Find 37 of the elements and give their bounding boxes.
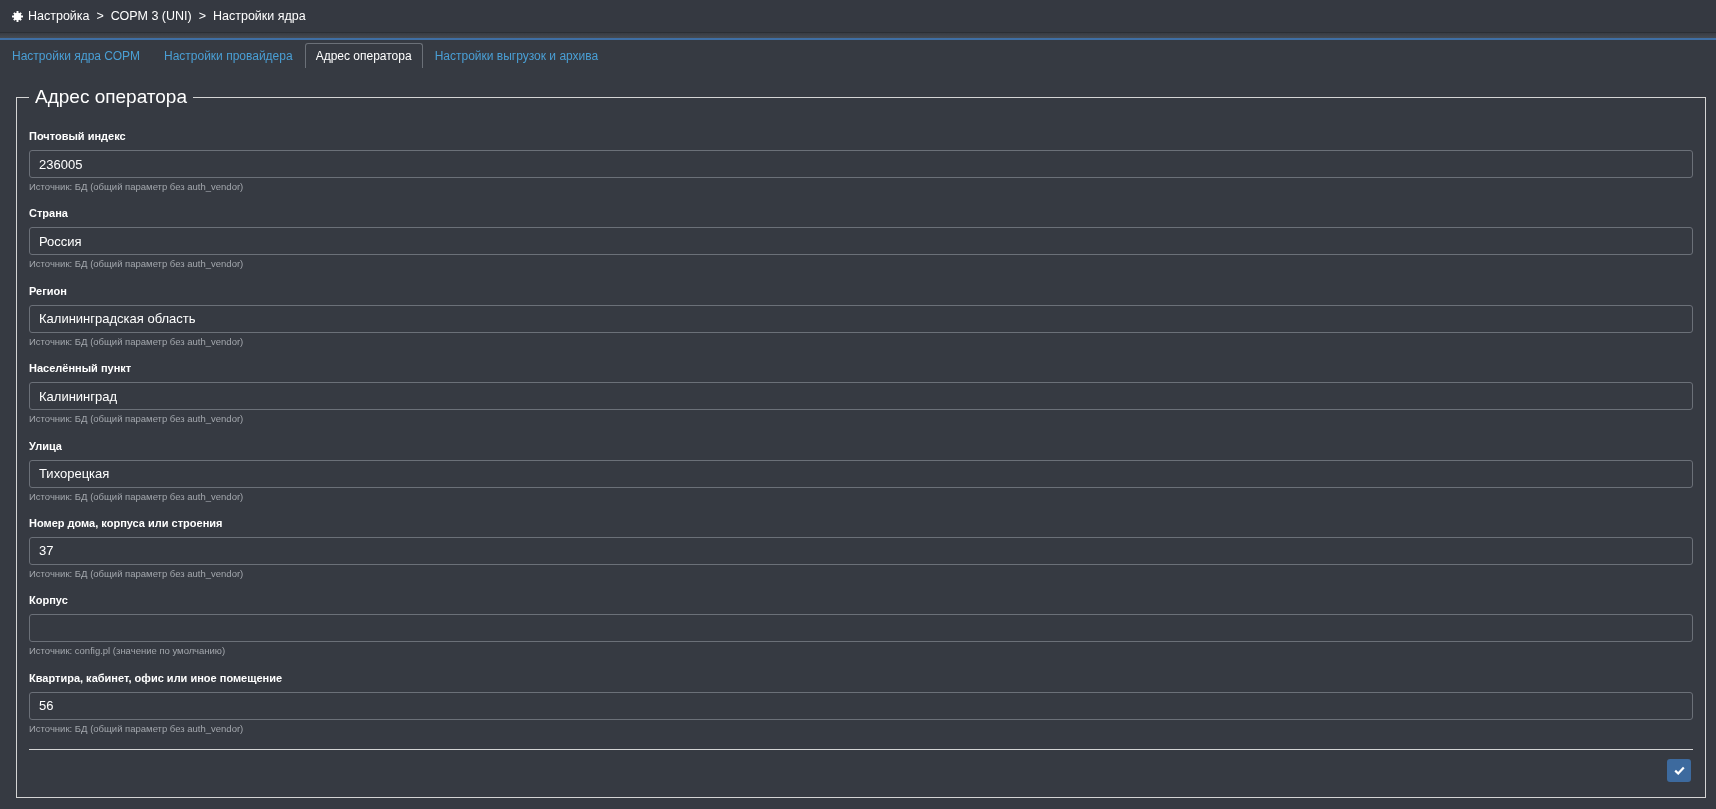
field-label: Страна	[29, 206, 69, 222]
settings-icon	[12, 10, 23, 22]
breadcrumb-item[interactable]: СОРМ 3 (UNI)	[110, 6, 192, 26]
field-label: Регион	[29, 283, 68, 299]
checkmark-icon	[1673, 765, 1685, 775]
field-label: Улица	[29, 438, 63, 454]
text-field[interactable]	[29, 614, 1693, 643]
field-label: Корпус	[29, 593, 69, 609]
field-hint: Источник: БД (общий параметр без auth_vendor)	[29, 721, 245, 736]
tab[interactable]: Настройки выгрузок и архива	[422, 43, 611, 68]
breadcrumb-separator: >	[96, 7, 104, 25]
tab[interactable]: Настройки провайдера	[151, 43, 305, 68]
field-hint: Источник: БД (общий параметр без auth_vendor)	[29, 180, 245, 194]
text-field[interactable]: Тихорецкая	[29, 459, 1693, 488]
field-hint: Источник: БД (общий параметр без auth_vendor)	[29, 412, 245, 427]
text-field[interactable]: 56	[29, 691, 1693, 720]
field-hint: Источник: БД (общий параметр без auth_vendor)	[29, 257, 245, 272]
text-field[interactable]: Калининград	[29, 382, 1693, 411]
text-field[interactable]: 37	[29, 536, 1693, 565]
text-field[interactable]: 236005	[29, 150, 1693, 178]
breadcrumb-item[interactable]: Настройка	[28, 6, 90, 26]
field-hint: Источник: БД (общий параметр без auth_vendor)	[29, 489, 245, 504]
save-button[interactable]	[1667, 758, 1691, 782]
field-hint: Источник: БД (общий параметр без auth_vendor)	[29, 566, 245, 581]
tab[interactable]: Настройки ядра СОРМ	[0, 43, 152, 68]
panel-legend: Адрес оператора	[29, 86, 193, 108]
field-label: Квартира, кабинет, офис или иное помещение	[29, 670, 284, 686]
tab[interactable]: Адрес оператора	[304, 43, 423, 68]
text-field[interactable]: Россия	[29, 227, 1693, 256]
field-label: Почтовый индекс	[29, 129, 127, 144]
text-field[interactable]: Калининградская область	[29, 304, 1693, 333]
field-label: Населённый пункт	[29, 361, 133, 377]
breadcrumb-item[interactable]: Настройки ядра	[213, 6, 306, 26]
field-hint: Источник: БД (общий параметр без auth_vendor)	[29, 334, 245, 349]
field-hint: Источник: config.pl (значение по умолчанию)	[29, 644, 227, 659]
field-label: Номер дома, корпуса или строения	[29, 515, 224, 531]
breadcrumb-separator: >	[198, 7, 206, 25]
